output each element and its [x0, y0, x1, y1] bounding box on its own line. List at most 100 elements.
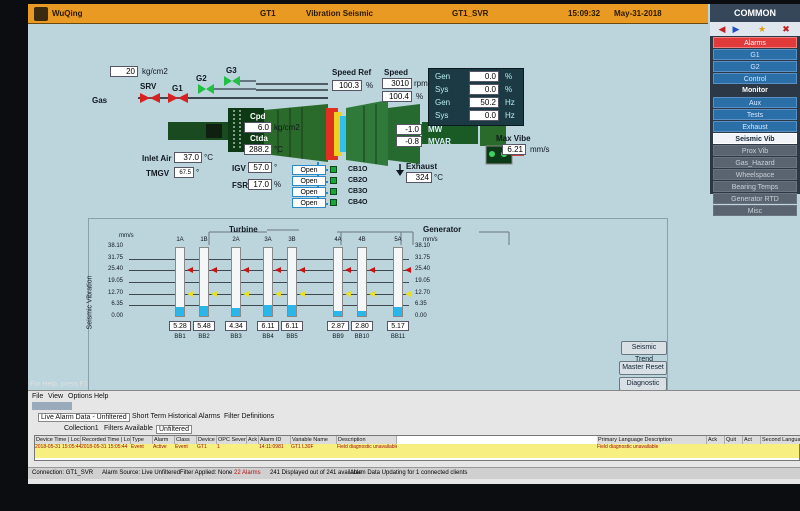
menu-item-control[interactable]: Control: [713, 73, 797, 84]
menu-item-alarms[interactable]: Alarms: [713, 37, 797, 48]
warning-limit-marker: [345, 290, 351, 297]
speed-rpm-unit: rpm: [414, 79, 428, 88]
alarm-column-header[interactable]: Variable Name: [291, 436, 337, 444]
alarm-column-header[interactable]: Quit: [725, 436, 743, 444]
alarm-column-header[interactable]: Class: [175, 436, 197, 444]
vibration-bar-fill: [358, 311, 366, 316]
star-icon[interactable]: ★: [756, 23, 768, 35]
menu-item-tests[interactable]: Tests: [713, 109, 797, 120]
menu-help[interactable]: Help: [94, 393, 108, 400]
alarm-limit-marker: [345, 267, 351, 274]
vibration-bar-fill: [394, 306, 402, 316]
alarm-cell: [247, 444, 259, 451]
gen-panel-label: Sys: [435, 111, 449, 120]
seismic-trend-button[interactable]: Seismic Trend: [621, 341, 667, 363]
menu-item-prox-vib[interactable]: Prox Vib: [713, 145, 797, 156]
alarm-column-header[interactable]: OPC Severity: [217, 436, 247, 444]
back-arrow-icon[interactable]: ◀: [716, 23, 728, 35]
collection-label[interactable]: Collection1: [64, 425, 99, 432]
menu-item-gas-hazard[interactable]: Gas_Hazard: [713, 157, 797, 168]
alarm-cell: 2018-05-31 15:05:44: [81, 444, 128, 450]
alarm-column-header[interactable]: Ack: [247, 436, 259, 444]
alarm-column-header[interactable]: Alarm: [153, 436, 175, 444]
alarm-row[interactable]: 2018-05-31 15:05:44 2018-05-31 15:05:44 Ev…: [35, 444, 799, 451]
sensor-label-bottom: BB11: [390, 334, 406, 340]
alarm-limit-marker: [405, 267, 411, 274]
vibration-value: 2.87: [327, 321, 349, 331]
max-vibe-label: Max Vibe: [496, 134, 531, 143]
menu-item-bearing-temps[interactable]: Bearing Temps: [713, 181, 797, 192]
alarm-column-header[interactable]: Act: [743, 436, 761, 444]
bleed-valve-state[interactable]: Open: [292, 187, 326, 197]
speed-label: Speed: [384, 68, 409, 77]
menu-view[interactable]: View: [48, 393, 63, 400]
menu-item-aux[interactable]: Aux: [713, 97, 797, 108]
speed-pct-unit: %: [416, 92, 424, 101]
inlet-air-label: Inlet Air: [142, 154, 172, 163]
inlet-air-value: 37.0: [174, 152, 202, 163]
tab-live-alarm[interactable]: Live Alarm Data - Unfiltered: [38, 413, 130, 422]
menu-item-generator-rtd[interactable]: Generator RTD: [713, 193, 797, 204]
filter-select[interactable]: Unfiltered: [156, 425, 192, 434]
tick-label-left: 6.35: [111, 301, 123, 308]
alarm-viewer: For Help, press F1 File View Options Hel…: [28, 381, 800, 484]
tab-filter-definitions[interactable]: Filter Definitions: [224, 413, 274, 420]
close-icon[interactable]: ✖: [780, 23, 792, 35]
exhaust-label: Exhaust: [406, 162, 438, 171]
menu-item-monitor: Monitor: [713, 85, 797, 96]
alarm-column-header[interactable]: Second Language De: [761, 436, 800, 444]
menu-item-wheelspace[interactable]: Wheelspace: [713, 169, 797, 180]
alarm-limit-marker: [243, 267, 249, 274]
bleed-valve-state[interactable]: Open: [292, 165, 326, 175]
sensor-label-bottom: BB4: [262, 334, 274, 340]
bleed-valve-name: CB4O: [348, 199, 368, 206]
gen-panel-value: 50.2: [469, 97, 499, 108]
unit-left-label: mm/s: [119, 233, 134, 239]
vibration-value: 6.11: [281, 321, 303, 331]
generator-group-label: Generator: [423, 225, 462, 234]
alarm-row-empty[interactable]: [35, 451, 799, 458]
bleed-valve-state[interactable]: Open: [292, 198, 326, 208]
seismic-axis-label: Seismic Vibration: [86, 275, 94, 330]
mw-value: -1.0: [396, 124, 422, 135]
bleed-valve-indicator: [330, 166, 337, 173]
alarm-column-header[interactable]: Alarm ID: [259, 436, 291, 444]
menu-file[interactable]: File: [32, 393, 43, 400]
alarm-column-header[interactable]: Ack: [707, 436, 725, 444]
alarm-column-header[interactable]: Recorded Time | Local Time: [81, 436, 131, 444]
vibration-value: 6.11: [257, 321, 279, 331]
alarm-column-header[interactable]: Description: [337, 436, 397, 444]
toolbar-icons[interactable]: [32, 402, 72, 410]
alarm-status-bar: Connection: GT1_SVR Alarm Source: Live U…: [28, 467, 800, 479]
cpd-value: 6.0: [244, 122, 272, 133]
menu-item-seismic-vib[interactable]: Seismic Vib: [713, 133, 797, 144]
bleed-valve-state[interactable]: Open: [292, 176, 326, 186]
gen-panel-unit: Hz: [505, 98, 515, 107]
menu-item-misc[interactable]: Misc: [713, 205, 797, 216]
filters-available-label: Filters Available: [104, 425, 153, 432]
alarm-column-header[interactable]: Primary Language Description: [597, 436, 707, 444]
status-displayed: 241 Displayed out of 241 available: [270, 470, 362, 476]
ctda-label: Ctda: [250, 134, 268, 143]
tick-label-left: 19.05: [107, 278, 123, 284]
tick-label-left: 0.00: [111, 313, 123, 319]
warning-limit-marker: [243, 290, 249, 297]
master-reset-button[interactable]: Master Reset: [619, 361, 667, 375]
vibration-bar: [333, 247, 343, 317]
alarm-cell: Field diagnostic unavailable: [597, 444, 659, 450]
tab-short-term[interactable]: Short Term Historical Alarms: [132, 413, 220, 420]
menu-options[interactable]: Options: [68, 393, 92, 400]
alarm-column-header[interactable]: Device: [197, 436, 217, 444]
alarm-column-header[interactable]: Type: [131, 436, 153, 444]
alarm-cell: Active: [153, 444, 167, 450]
menu-item-exhaust[interactable]: Exhaust: [713, 121, 797, 132]
menu-item-g2[interactable]: G2: [713, 61, 797, 72]
menu-item-g1[interactable]: G1: [713, 49, 797, 60]
help-text: For Help, press F1: [30, 381, 88, 388]
forward-arrow-icon[interactable]: ▶: [730, 23, 742, 35]
gas-pressure-unit: kg/cm2: [142, 67, 168, 76]
warning-limit-marker: [405, 290, 411, 297]
diagnostic-reset-button[interactable]: Diagnostic Reset: [619, 377, 667, 399]
bleed-valve-indicator: [330, 199, 337, 206]
alarm-column-header[interactable]: Device Time | Local Time: [35, 436, 81, 444]
